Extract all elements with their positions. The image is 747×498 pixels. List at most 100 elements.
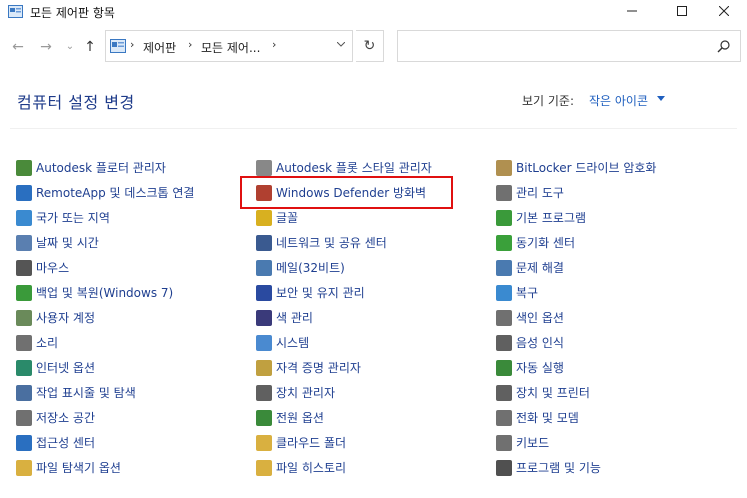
control-panel-item[interactable]: 저장소 공간: [16, 405, 194, 430]
control-panel-item-label: 색 관리: [276, 311, 313, 325]
plotter-icon: [16, 159, 32, 176]
control-panel-item[interactable]: 보안 및 유지 관리: [256, 280, 432, 305]
control-panel-icon: [110, 39, 126, 53]
control-panel-item[interactable]: 전원 옵션: [256, 405, 432, 430]
recent-locations-button[interactable]: ⌄: [60, 37, 80, 57]
control-panel-item[interactable]: RemoteApp 및 데스크톱 연결: [16, 180, 194, 205]
control-panel-item-label: 글꼴: [276, 211, 299, 225]
control-panel-item[interactable]: 백업 및 복원(Windows 7): [16, 280, 194, 305]
taskbar-icon: [16, 384, 32, 401]
troubleshoot-icon: [496, 259, 512, 276]
users-icon: [16, 309, 32, 326]
control-panel-item-label: 장치 및 프린터: [516, 386, 590, 400]
back-button[interactable]: ←: [8, 37, 28, 57]
control-panel-item[interactable]: 시스템: [256, 330, 432, 355]
control-panel-item-label: 클라우드 폴더: [276, 436, 347, 450]
title-bar: 모든 제어판 항목: [0, 0, 747, 24]
keyboard-icon: [496, 434, 512, 451]
control-panel-item-label: 접근성 센터: [36, 436, 96, 450]
control-panel-item-label: 네트워크 및 공유 센터: [276, 236, 387, 250]
file-history-icon: [256, 459, 272, 476]
control-panel-item-label: 국가 또는 지역: [36, 211, 110, 225]
control-panel-item[interactable]: 파일 히스토리: [256, 455, 432, 480]
color-management-icon: [256, 309, 272, 326]
close-button[interactable]: [701, 0, 747, 24]
control-panel-item-label: 백업 및 복원(Windows 7): [36, 286, 174, 300]
view-by-selector[interactable]: 작은 아이콘: [589, 92, 648, 109]
control-panel-item[interactable]: 프로그램 및 기능: [496, 455, 656, 480]
control-panel-item-label: 관리 도구: [516, 186, 564, 200]
control-panel-item-label: 전원 옵션: [276, 411, 324, 425]
items-column-1: Autodesk 플로터 관리자 RemoteApp 및 데스크톱 연결국가 또는…: [16, 155, 194, 480]
control-panel-item-label: 파일 탐색기 옵션: [36, 461, 121, 475]
minimize-button[interactable]: [609, 0, 655, 24]
control-panel-item[interactable]: 소리: [16, 330, 194, 355]
control-panel-item[interactable]: 사용자 계정: [16, 305, 194, 330]
control-panel-item[interactable]: 파일 탐색기 옵션: [16, 455, 194, 480]
breadcrumb-separator[interactable]: ›: [272, 38, 276, 51]
divider: [10, 128, 737, 129]
internet-icon: [16, 359, 32, 376]
control-panel-item-label: 소리: [36, 336, 59, 350]
control-panel-item[interactable]: 자동 실행: [496, 355, 656, 380]
control-panel-item[interactable]: 전화 및 모뎀: [496, 405, 656, 430]
control-panel-item[interactable]: 키보드: [496, 430, 656, 455]
control-panel-item[interactable]: 접근성 센터: [16, 430, 194, 455]
storage-icon: [16, 409, 32, 426]
control-panel-item-label: 키보드: [516, 436, 550, 450]
control-panel-item-label: 장치 관리자: [276, 386, 336, 400]
control-panel-item[interactable]: 날짜 및 시간: [16, 230, 194, 255]
control-panel-item-label: 작업 표시줄 및 탐색: [36, 386, 136, 400]
sync-icon: [496, 234, 512, 251]
control-panel-item-label: 사용자 계정: [36, 311, 96, 325]
credential-icon: [256, 359, 272, 376]
control-panel-item-label: Autodesk 플로터 관리자: [36, 161, 166, 175]
control-panel-item[interactable]: 문제 해결: [496, 255, 656, 280]
printer-icon: [496, 384, 512, 401]
breadcrumb-separator: ›: [130, 38, 135, 51]
up-button[interactable]: ↑: [80, 37, 100, 57]
refresh-button[interactable]: ↻: [356, 30, 384, 62]
control-panel-item[interactable]: 기본 프로그램: [496, 205, 656, 230]
breadcrumb-separator[interactable]: ›: [188, 38, 192, 51]
control-panel-item[interactable]: 색 관리: [256, 305, 432, 330]
mouse-icon: [16, 259, 32, 276]
cloud-folder-icon: [256, 434, 272, 451]
control-panel-item[interactable]: 관리 도구: [496, 180, 656, 205]
control-panel-item[interactable]: 장치 관리자: [256, 380, 432, 405]
control-panel-item-label: 파일 히스토리: [276, 461, 347, 475]
control-panel-item[interactable]: 메일(32비트): [256, 255, 432, 280]
admin-tools-icon: [496, 184, 512, 201]
control-panel-item[interactable]: 음성 인식: [496, 330, 656, 355]
control-panel-item-label: BitLocker 드라이브 암호화: [516, 161, 657, 175]
control-panel-item[interactable]: 복구: [496, 280, 656, 305]
minimize-icon: [627, 10, 637, 12]
control-panel-item-label: Autodesk 플롯 스타일 관리자: [276, 161, 432, 175]
view-by-dropdown-icon[interactable]: [657, 96, 665, 101]
control-panel-item[interactable]: 작업 표시줄 및 탐색: [16, 380, 194, 405]
search-input[interactable]: [397, 30, 741, 62]
address-dropdown-button[interactable]: [329, 30, 353, 62]
forward-button[interactable]: →: [36, 37, 56, 57]
control-panel-item[interactable]: BitLocker 드라이브 암호화: [496, 155, 656, 180]
breadcrumb-all-items[interactable]: 모든 제어...: [201, 39, 260, 56]
control-panel-item[interactable]: 네트워크 및 공유 센터: [256, 230, 432, 255]
control-panel-item-label: RemoteApp 및 데스크톱 연결: [36, 186, 195, 200]
control-panel-item[interactable]: Autodesk 플로터 관리자: [16, 155, 194, 180]
control-panel-item[interactable]: 인터넷 옵션: [16, 355, 194, 380]
control-panel-item[interactable]: 동기화 센터: [496, 230, 656, 255]
control-panel-item[interactable]: 마우스: [16, 255, 194, 280]
control-panel-item[interactable]: 색인 옵션: [496, 305, 656, 330]
items-column-3: BitLocker 드라이브 암호화관리 도구기본 프로그램 동기화 센터 문제 해…: [496, 155, 656, 480]
control-panel-item[interactable]: 클라우드 폴더: [256, 430, 432, 455]
maximize-button[interactable]: [659, 0, 705, 24]
control-panel-item-label: 인터넷 옵션: [36, 361, 96, 375]
address-bar[interactable]: › 제어판 › 모든 제어... ›: [105, 30, 353, 62]
control-panel-item[interactable]: 장치 및 프린터: [496, 380, 656, 405]
remoteapp-icon: [16, 184, 32, 201]
firewall-highlight-box: [240, 176, 453, 209]
control-panel-item-label: 보안 및 유지 관리: [276, 286, 365, 300]
control-panel-item[interactable]: 국가 또는 지역: [16, 205, 194, 230]
breadcrumb-control-panel[interactable]: 제어판: [143, 39, 176, 56]
control-panel-item[interactable]: 자격 증명 관리자: [256, 355, 432, 380]
